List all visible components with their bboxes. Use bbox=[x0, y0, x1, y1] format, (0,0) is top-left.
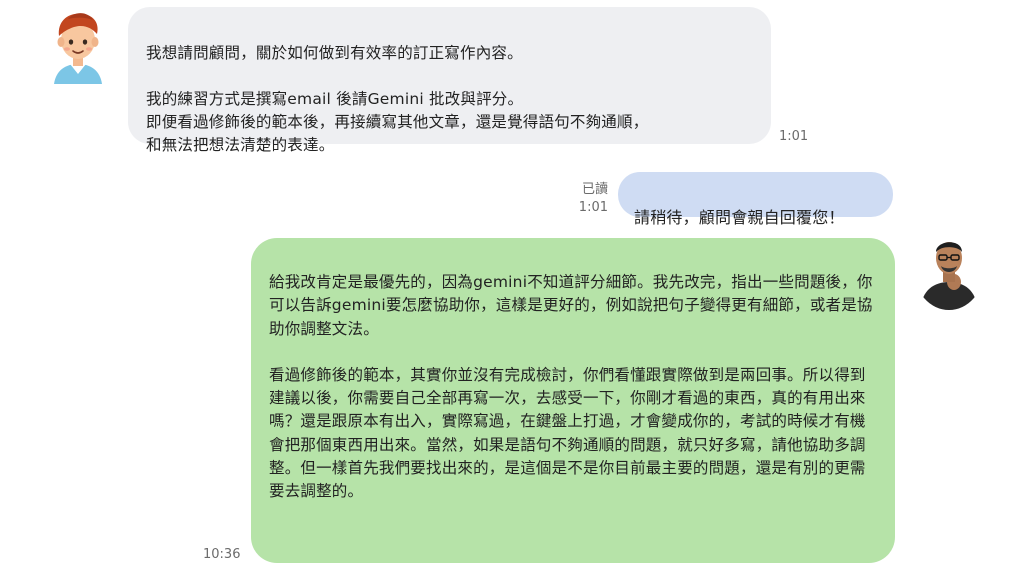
consultant-reply-time: 10:36 bbox=[203, 547, 241, 562]
consultant-reply-text: 給我改肯定是最優先的，因為gemini不知道評分細節。我先改完，指出一些問題後，… bbox=[269, 273, 873, 501]
outgoing-message-time: 1:01 bbox=[578, 200, 608, 215]
consultant-photo-avatar bbox=[914, 230, 984, 310]
user-avatar bbox=[48, 6, 108, 86]
cartoon-user-avatar-icon bbox=[54, 13, 102, 84]
consultant-avatar bbox=[914, 230, 984, 310]
consultant-reply-bubble: 給我改肯定是最優先的，因為gemini不知道評分細節。我先改完，指出一些問題後，… bbox=[251, 238, 895, 563]
outgoing-auto-reply-bubble: 請稍待，顧問會親自回覆您！ bbox=[618, 172, 893, 227]
incoming-message-text: 我想請問顧問，關於如何做到有效率的訂正寫作內容。 我的練習方式是撰寫email … bbox=[146, 44, 649, 154]
read-receipt-label: 已讀 bbox=[581, 182, 608, 197]
incoming-message-time: 1:01 bbox=[779, 129, 809, 144]
outgoing-auto-reply-text: 請稍待，顧問會親自回覆您！ bbox=[634, 208, 845, 227]
incoming-message-bubble: 我想請問顧問，關於如何做到有效率的訂正寫作內容。 我的練習方式是撰寫email … bbox=[128, 7, 771, 154]
